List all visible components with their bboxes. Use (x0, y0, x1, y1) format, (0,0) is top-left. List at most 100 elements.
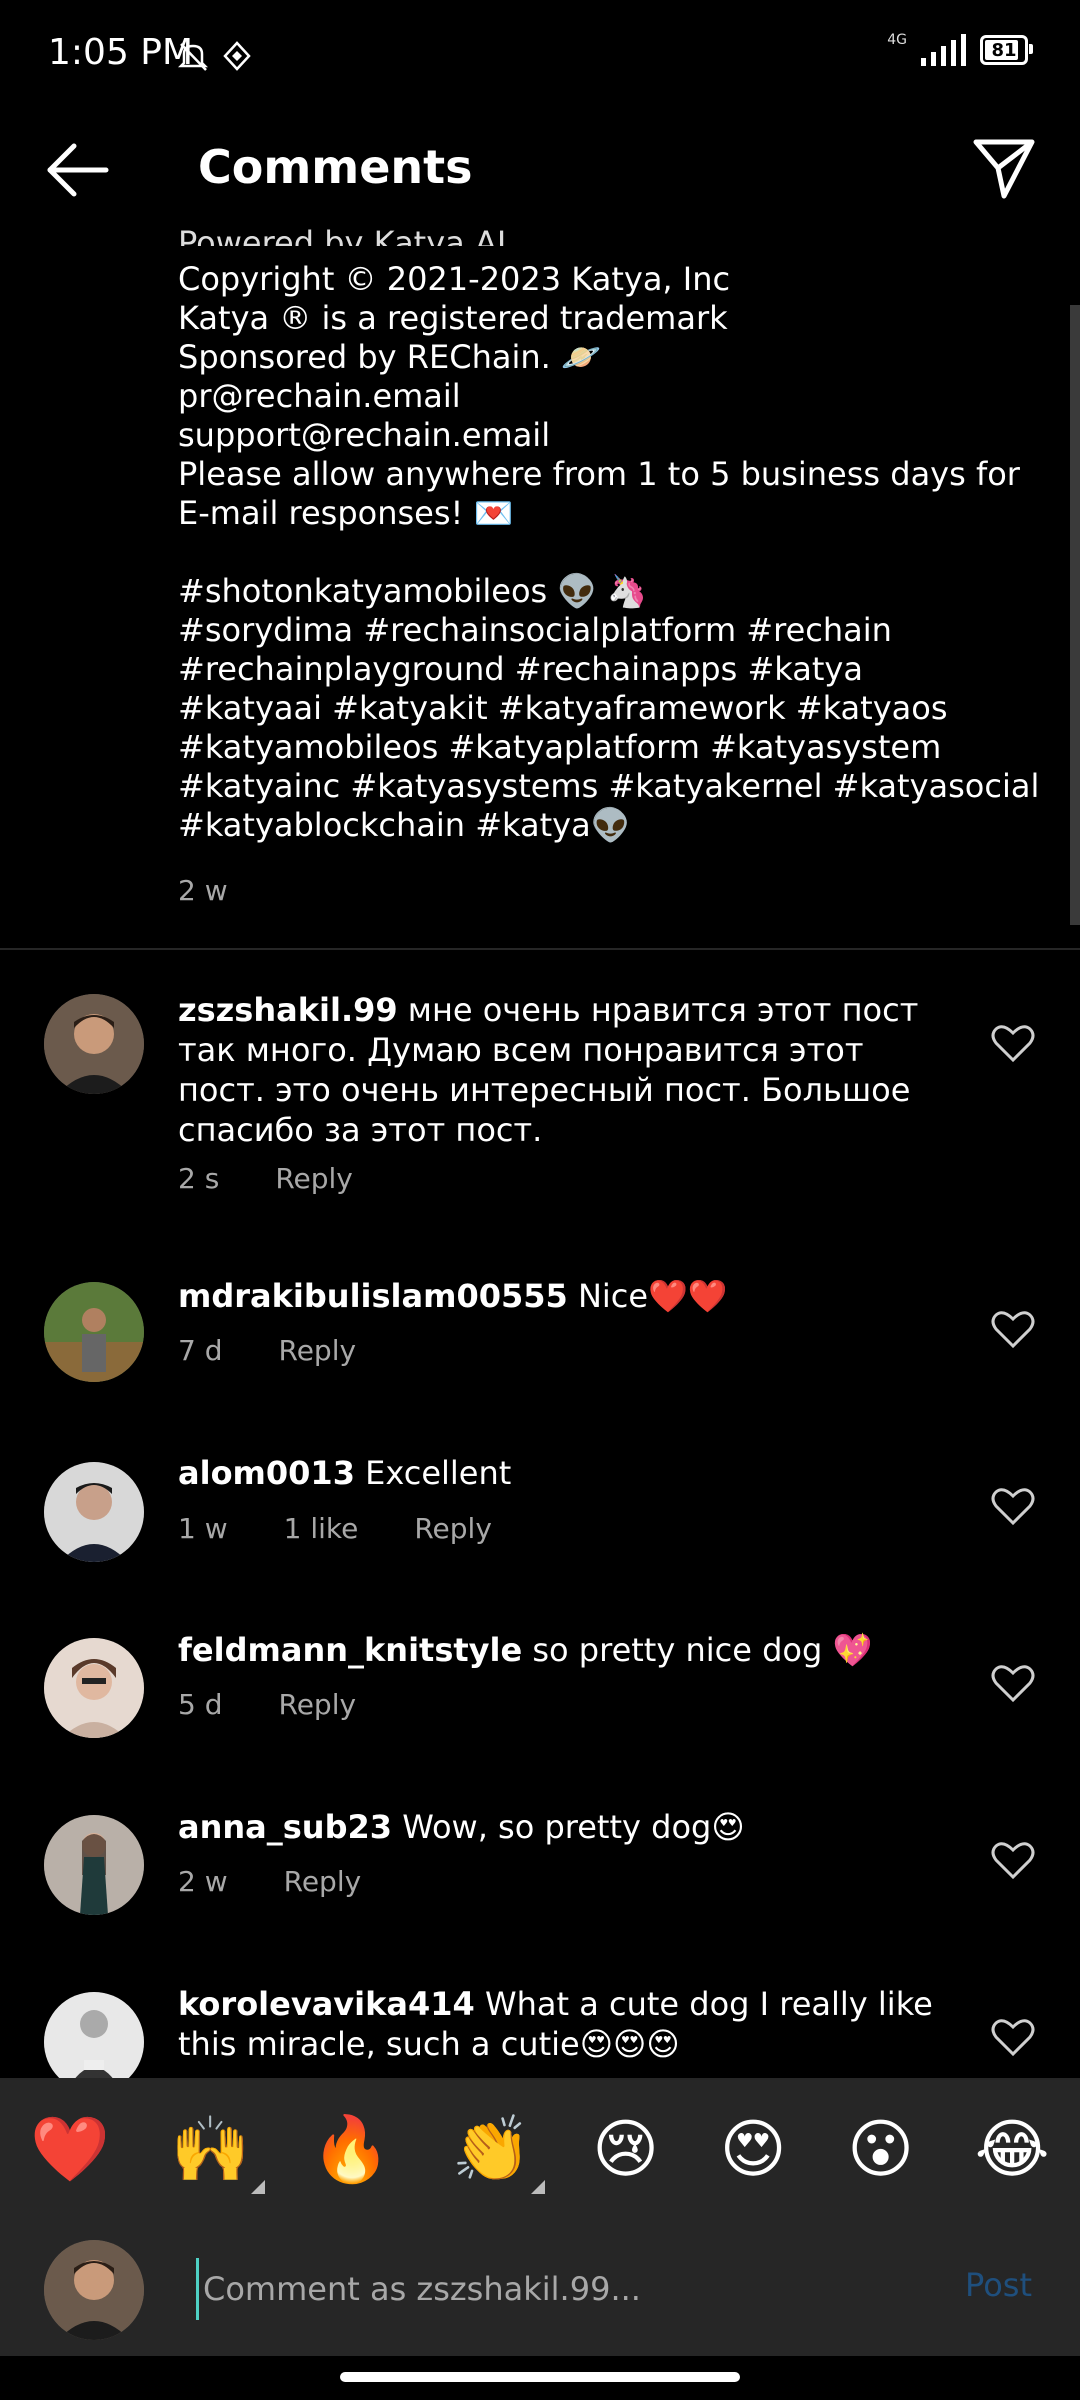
comment-time: 7 d (178, 1334, 223, 1367)
caption-line: Sponsored by REChain. 🪐 (178, 338, 601, 376)
avatar[interactable] (44, 1638, 144, 1738)
post-caption: Copyright © 2021-2023 Katya, Inc Katya ®… (178, 260, 1040, 845)
comment-time: 2 w (178, 1865, 228, 1898)
back-button[interactable] (44, 140, 110, 200)
emoji-crying-button[interactable]: 😢 (592, 2118, 659, 2182)
binance-icon (223, 41, 251, 71)
emoji-reaction-bar: ❤️ 🙌 🔥 👏 😢 😍 😮 😂 (0, 2078, 1080, 2222)
comment-meta: 1 w 1 like Reply (178, 1512, 492, 1545)
comment-body: zszshakil.99 мне очень нравится этот пос… (178, 990, 938, 1150)
network-type: 4G (887, 32, 907, 48)
comment-username[interactable]: korolevavika414 (178, 1985, 475, 2023)
avatar[interactable] (44, 1462, 144, 1562)
caption-line: #shotonkatyamobileos 👽 🦄 (178, 572, 648, 610)
page-title: Comments (198, 140, 473, 194)
caption-line: E-mail responses! 💌 (178, 494, 514, 532)
caption-line (178, 533, 978, 572)
comment-text: so pretty nice dog 💖 (532, 1631, 873, 1669)
reply-button[interactable]: Reply (275, 1162, 353, 1195)
status-system-icons: 4G 81 (887, 32, 1033, 66)
avatar[interactable] (44, 994, 144, 1094)
status-bar: 1:05 PM 4G 81 (0, 0, 1080, 110)
comment-input[interactable] (196, 2258, 925, 2320)
comment-username[interactable]: alom0013 (178, 1454, 355, 1492)
comment-text: Wow, so pretty dog😍 (402, 1808, 745, 1846)
like-button[interactable] (990, 1660, 1036, 1706)
status-notification-icons (178, 40, 252, 72)
comment-body: anna_sub23 Wow, so pretty dog😍 (178, 1807, 938, 1847)
comment-text: Excellent (365, 1454, 512, 1492)
post-button[interactable]: Post (965, 2266, 1032, 2304)
emoji-heart-button[interactable]: ❤️ (30, 2118, 110, 2182)
heart-icon (991, 2019, 1035, 2057)
comment-time: 2 s (178, 1162, 220, 1195)
heart-icon (991, 1311, 1035, 1349)
heart-icon (991, 1025, 1035, 1063)
comment-username[interactable]: zszshakil.99 (178, 991, 398, 1029)
emoji-laughing-button[interactable]: 😂 (975, 2118, 1050, 2182)
caption-line: #sorydima #rechainsocialplatform #rechai… (178, 611, 892, 649)
heart-icon (991, 1488, 1035, 1526)
emoji-heart-eyes-button[interactable]: 😍 (720, 2118, 787, 2182)
status-time: 1:05 PM (48, 32, 194, 73)
heart-icon (991, 1842, 1035, 1880)
caption-line: support@rechain.email (178, 416, 551, 454)
caption-line: #katyamobileos #katyaplatform #katyasyst… (178, 728, 942, 766)
comment-username[interactable]: feldmann_knitstyle (178, 1631, 522, 1669)
caption-line: #katyainc #katyasystems #katyakernel #ka… (178, 767, 1040, 805)
caption-line: #rechainplayground #rechainapps #katya (178, 650, 863, 688)
like-button[interactable] (990, 1306, 1036, 1352)
avatar[interactable] (44, 1282, 144, 1382)
caption-line: Please allow anywhere from 1 to 5 busine… (178, 455, 1020, 493)
battery-icon: 81 (980, 35, 1033, 65)
signal-icon (921, 34, 966, 66)
reply-button[interactable]: Reply (279, 1688, 357, 1721)
reply-button[interactable]: Reply (414, 1512, 492, 1545)
bell-muted-icon (178, 43, 208, 71)
reply-button[interactable]: Reply (279, 1334, 357, 1367)
comment-body: korolevavika414 What a cute dog I really… (178, 1984, 938, 2064)
current-user-avatar (44, 2240, 144, 2340)
comment-meta: 2 s Reply (178, 1162, 353, 1195)
like-count[interactable]: 1 like (284, 1512, 359, 1545)
caption-line: #katyaai #katyakit #katyaframework #katy… (178, 689, 948, 727)
comment-meta: 2 w Reply (178, 1865, 361, 1898)
battery-level: 81 (991, 39, 1017, 61)
like-button[interactable] (990, 1483, 1036, 1529)
comment-time: 1 w (178, 1512, 228, 1545)
comment-body: mdrakibulislam00555 Nice❤️❤️ (178, 1276, 938, 1316)
caption-timestamp: 2 w (178, 874, 228, 907)
comment-composer: Post (0, 2222, 1080, 2356)
comment-time: 5 d (178, 1688, 223, 1721)
share-button[interactable] (970, 136, 1038, 202)
caption-line: #katyablockchain #katya👽 (178, 806, 631, 844)
caption-line: pr@rechain.email (178, 377, 461, 415)
comment-body: feldmann_knitstyle so pretty nice dog 💖 (178, 1630, 938, 1670)
arrow-left-icon (47, 143, 109, 197)
scrollbar[interactable] (1070, 305, 1080, 925)
emoji-raising-hands-button[interactable]: 🙌 (171, 2118, 265, 2194)
caption-line: Katya ® is a registered trademark (178, 299, 728, 337)
avatar[interactable] (44, 1992, 144, 2092)
emoji-clapping-button[interactable]: 👏 (452, 2118, 546, 2194)
like-button[interactable] (990, 1837, 1036, 1883)
reply-button[interactable]: Reply (284, 1865, 362, 1898)
comment-username[interactable]: anna_sub23 (178, 1808, 392, 1846)
avatar[interactable] (44, 1815, 144, 1915)
comment-body: alom0013 Excellent (178, 1453, 938, 1493)
home-indicator[interactable] (340, 2372, 740, 2382)
heart-icon (991, 1665, 1035, 1703)
like-button[interactable] (990, 2014, 1036, 2060)
comment-text: Nice❤️❤️ (577, 1277, 728, 1315)
comment-meta: 5 d Reply (178, 1688, 356, 1721)
system-navigation (0, 2356, 1080, 2400)
divider (0, 948, 1080, 950)
emoji-surprised-button[interactable]: 😮 (847, 2118, 914, 2182)
like-button[interactable] (990, 1020, 1036, 1066)
comment-username[interactable]: mdrakibulislam00555 (178, 1277, 568, 1315)
emoji-fire-button[interactable]: 🔥 (311, 2118, 391, 2182)
caption-line: Copyright © 2021-2023 Katya, Inc (178, 260, 731, 298)
caption-cut-line: Powered by Katya AI (178, 224, 507, 246)
comments-header: Comments (0, 110, 1080, 230)
paper-plane-icon (973, 139, 1035, 199)
